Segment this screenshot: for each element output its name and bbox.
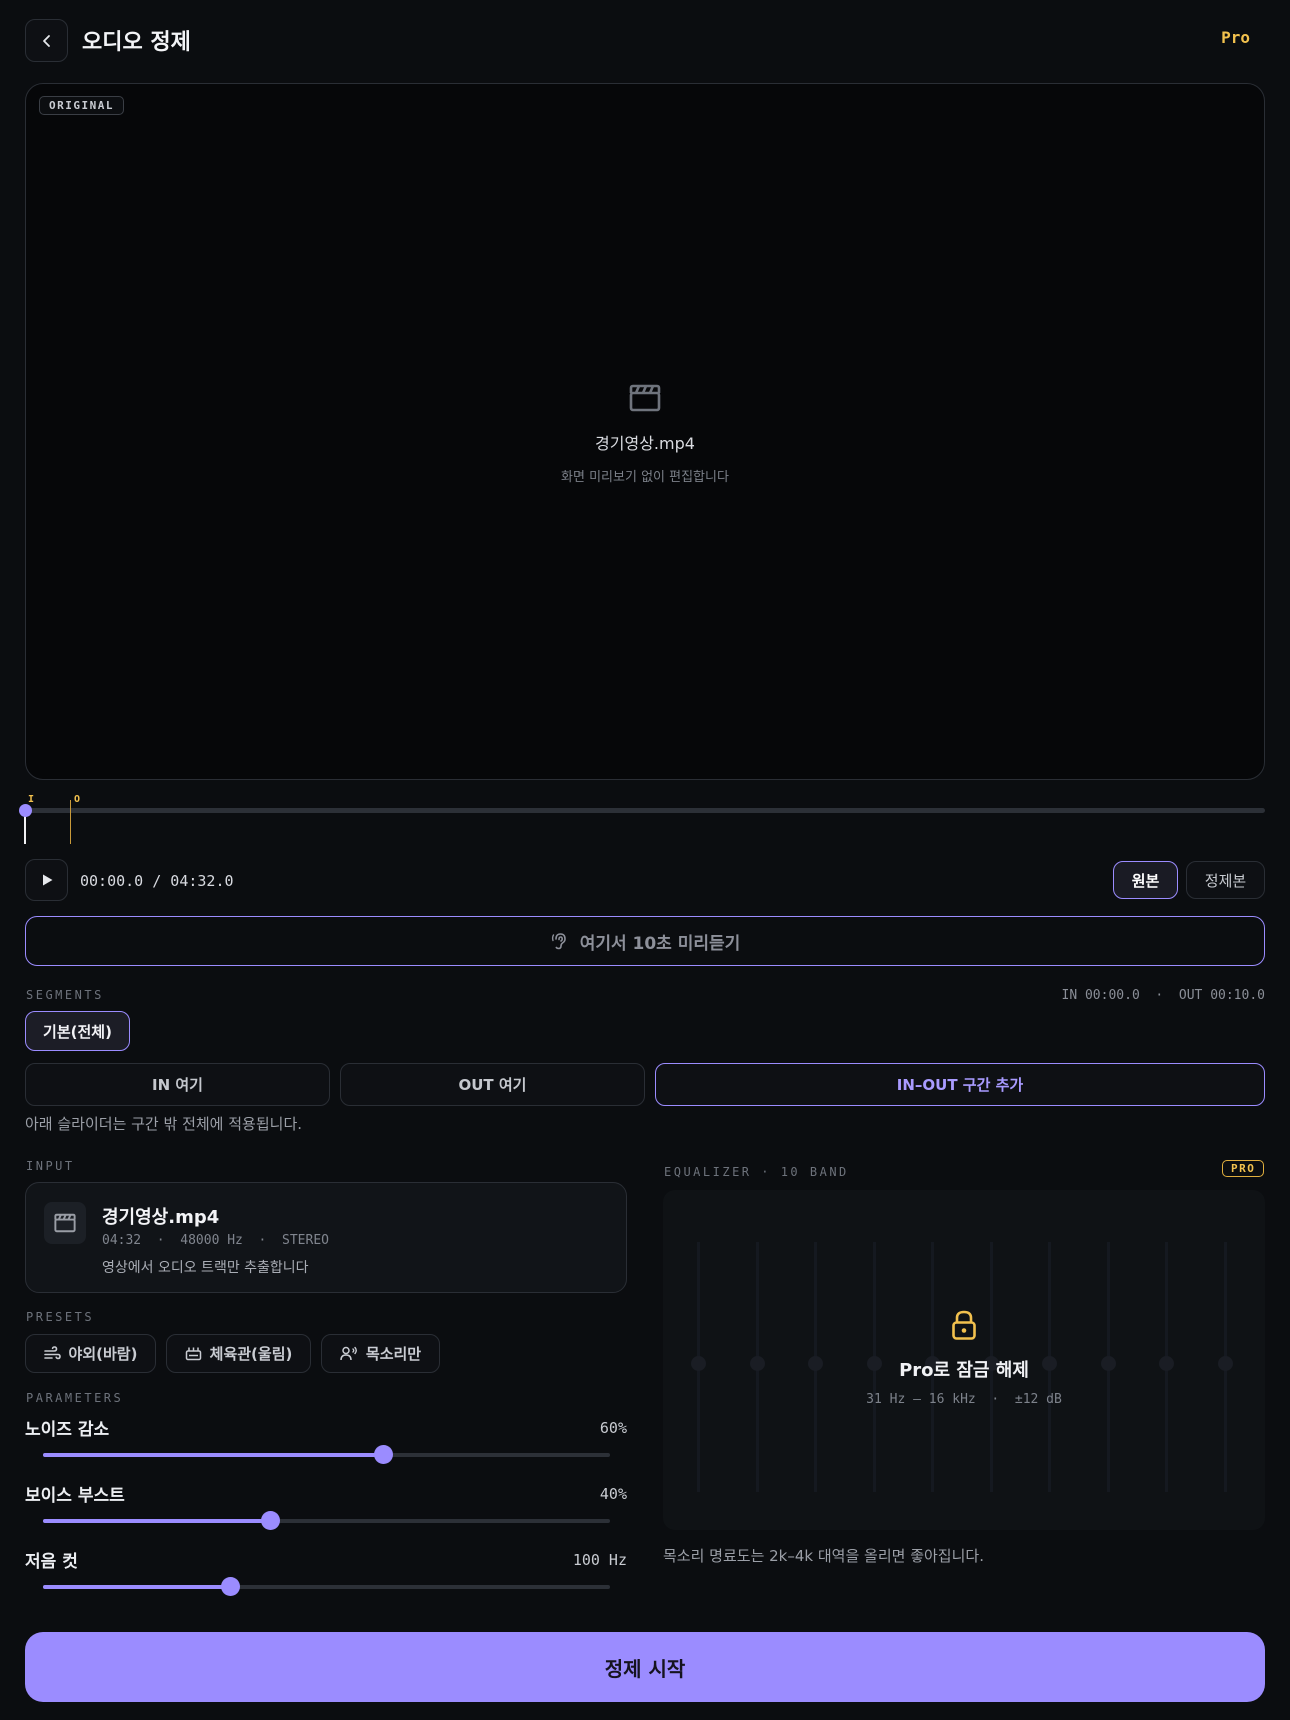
- timeline-track[interactable]: [25, 808, 1265, 813]
- preset-outdoor-wind[interactable]: 야외(바람): [25, 1334, 156, 1373]
- equalizer-note: 목소리 명료도는 2k–4k 대역을 올리면 좋아집니다.: [663, 1547, 984, 1565]
- voice-boost-value: 40%: [599, 1485, 627, 1503]
- set-out-button[interactable]: OUT 여기: [340, 1063, 645, 1106]
- equalizer-panel-locked[interactable]: Pro로 잠금 해제 31 Hz – 16 kHz · ±12 dB: [663, 1190, 1265, 1530]
- out-marker-line[interactable]: [70, 800, 71, 844]
- pro-upgrade-link[interactable]: Pro: [1221, 28, 1250, 47]
- input-description: 영상에서 오디오 트랙만 추출합니다: [102, 1260, 309, 1276]
- in-marker-label: I: [28, 794, 35, 805]
- play-icon: [42, 874, 52, 886]
- slider-thumb[interactable]: [374, 1445, 394, 1464]
- preset-label: 체육관(울림): [209, 1345, 293, 1363]
- add-segment-button[interactable]: IN–OUT 구간 추가: [655, 1063, 1265, 1106]
- low-cut-label: 저음 컷: [25, 1552, 78, 1572]
- preset-voice-only[interactable]: 목소리만: [321, 1334, 440, 1373]
- segments-note: 아래 슬라이더는 구간 밖 전체에 적용됩니다.: [25, 1115, 303, 1133]
- start-cleanup-button[interactable]: 정제 시작: [25, 1632, 1265, 1702]
- preview-10s-label: 여기서 10초 미리듣기: [579, 933, 741, 954]
- play-button[interactable]: [25, 859, 68, 901]
- original-toggle[interactable]: 원본: [1113, 861, 1178, 899]
- slider-thumb[interactable]: [221, 1577, 241, 1596]
- slider-thumb[interactable]: [260, 1511, 280, 1530]
- input-filename: 경기영상.mp4: [102, 1207, 220, 1228]
- noise-reduction-value: 60%: [599, 1419, 627, 1437]
- video-preview: ORIGINAL 경기영상.mp4 화면 미리보기 없이 편집합니다: [25, 83, 1265, 780]
- page-title: 오디오 정제: [82, 30, 191, 55]
- clapperboard-icon: [54, 1213, 76, 1233]
- timecode: 00:00.0 / 04:32.0: [80, 872, 234, 890]
- preset-label: 목소리만: [365, 1345, 422, 1363]
- unlock-title: Pro로 잠금 해제: [899, 1360, 1029, 1381]
- clapperboard-icon: [629, 384, 661, 412]
- wind-icon: [43, 1346, 61, 1360]
- ear-icon: [551, 933, 566, 950]
- chevron-left-icon: [42, 34, 50, 47]
- preview-10s-button[interactable]: 여기서 10초 미리듣기: [25, 916, 1265, 966]
- input-meta: 04:32 · 48000 Hz · STEREO: [102, 1233, 329, 1248]
- set-in-button[interactable]: IN 여기: [25, 1063, 330, 1106]
- presets-section-label: PRESETS: [26, 1310, 95, 1324]
- cleaned-toggle[interactable]: 정제본: [1186, 861, 1265, 899]
- back-button[interactable]: [25, 19, 68, 62]
- preview-filename: 경기영상.mp4: [595, 434, 695, 453]
- slider-fill: [43, 1453, 384, 1457]
- input-file-icon-box: [44, 1202, 86, 1244]
- input-file-card: 경기영상.mp4 04:32 · 48000 Hz · STEREO 영상에서 …: [25, 1182, 627, 1293]
- lock-icon: [952, 1310, 976, 1340]
- preset-label: 야외(바람): [68, 1345, 138, 1363]
- preset-gym-reverb[interactable]: 체육관(울림): [166, 1334, 311, 1373]
- playhead-handle[interactable]: [19, 804, 32, 817]
- original-badge: ORIGINAL: [39, 96, 124, 115]
- stadium-icon: [185, 1347, 201, 1361]
- segment-chip-default[interactable]: 기본(전체): [25, 1011, 130, 1051]
- preview-subtitle: 화면 미리보기 없이 편집합니다: [561, 470, 729, 485]
- noise-reduction-label: 노이즈 감소: [25, 1420, 110, 1440]
- pro-badge: PRO: [1222, 1160, 1265, 1177]
- low-cut-slider[interactable]: [43, 1577, 610, 1596]
- voice-boost-slider[interactable]: [43, 1511, 610, 1530]
- voice-icon: [340, 1346, 357, 1361]
- low-cut-value: 100 Hz: [572, 1551, 627, 1569]
- equalizer-section-label: EQUALIZER · 10 BAND: [664, 1165, 849, 1179]
- voice-boost-label: 보이스 부스트: [25, 1486, 125, 1506]
- unlock-subtitle: 31 Hz – 16 kHz · ±12 dB: [866, 1392, 1062, 1407]
- input-section-label: INPUT: [26, 1159, 75, 1173]
- slider-fill: [43, 1519, 270, 1523]
- slider-fill: [43, 1585, 231, 1589]
- noise-reduction-slider[interactable]: [43, 1445, 610, 1464]
- parameters-section-label: PARAMETERS: [26, 1391, 124, 1405]
- in-out-readout: IN 00:00.0 · OUT 00:10.0: [1061, 988, 1266, 1003]
- out-marker-label: O: [74, 794, 81, 805]
- segments-section-label: SEGMENTS: [26, 988, 104, 1002]
